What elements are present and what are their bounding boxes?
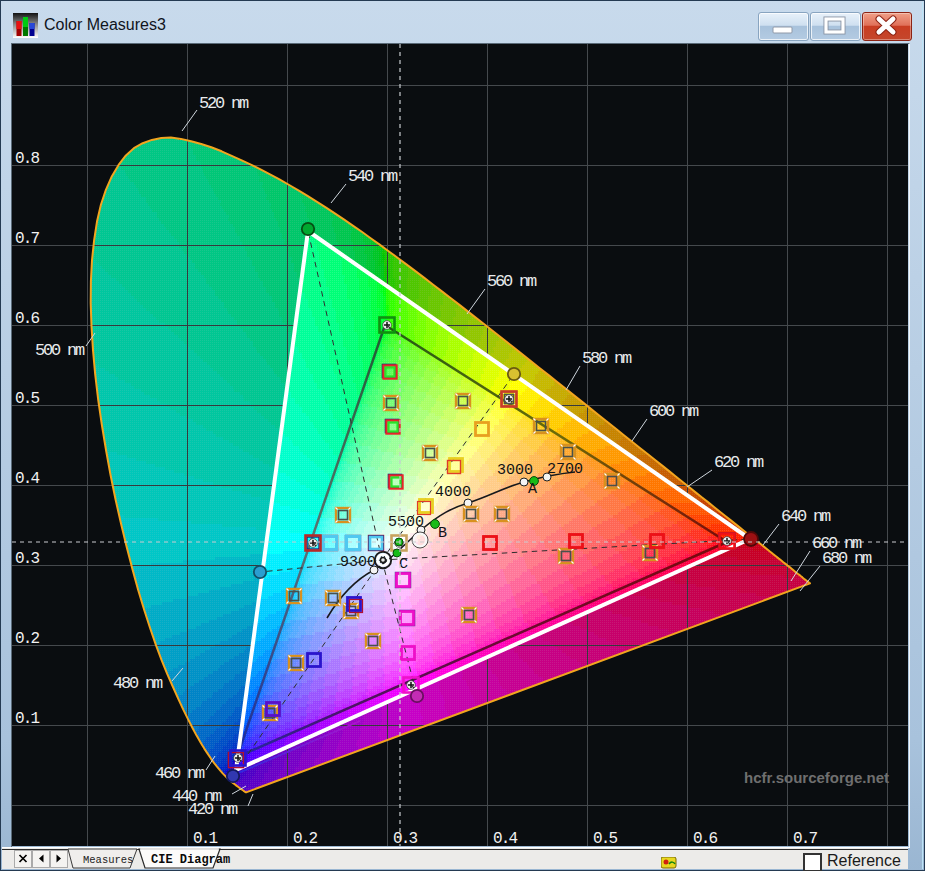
svg-text:0.7: 0.7 [15, 230, 40, 248]
svg-text:A: A [528, 481, 537, 498]
svg-text:0.8: 0.8 [15, 150, 40, 168]
svg-text:540 nm: 540 nm [348, 167, 398, 186]
svg-text:460 nm: 460 nm [155, 764, 205, 783]
svg-text:0.6: 0.6 [693, 830, 718, 846]
svg-text:Measures: Measures [83, 854, 133, 866]
svg-text:0.4: 0.4 [493, 830, 518, 846]
svg-text:2700: 2700 [547, 461, 583, 478]
svg-text:0.6: 0.6 [15, 310, 40, 328]
svg-text:CIE Diagram: CIE Diagram [151, 853, 230, 867]
svg-text:5500: 5500 [388, 514, 424, 531]
svg-text:600 nm: 600 nm [649, 402, 699, 421]
svg-text:0.7: 0.7 [793, 830, 818, 846]
svg-text:4000: 4000 [435, 484, 471, 501]
svg-text:0.2: 0.2 [15, 630, 40, 648]
svg-text:620 nm: 620 nm [714, 453, 764, 472]
svg-text:520 nm: 520 nm [199, 94, 249, 113]
svg-text:0.4: 0.4 [15, 470, 40, 488]
svg-text:420 nm: 420 nm [188, 800, 238, 819]
svg-text:560 nm: 560 nm [487, 272, 537, 291]
svg-text:3000: 3000 [497, 462, 533, 479]
svg-text:0.5: 0.5 [15, 390, 40, 408]
svg-text:0.3: 0.3 [393, 830, 418, 846]
svg-text:B: B [438, 525, 447, 542]
svg-text:0.3: 0.3 [15, 550, 40, 568]
svg-text:0.1: 0.1 [15, 710, 40, 728]
svg-text:0.1: 0.1 [193, 830, 218, 846]
svg-text:680 nm: 680 nm [822, 549, 872, 568]
svg-text:500 nm: 500 nm [35, 341, 85, 360]
svg-text:580 nm: 580 nm [582, 349, 632, 368]
svg-text:0.2: 0.2 [293, 830, 318, 846]
svg-text:0.5: 0.5 [593, 830, 618, 846]
svg-text:480 nm: 480 nm [113, 674, 163, 693]
svg-text:9300: 9300 [340, 554, 376, 571]
svg-text:640 nm: 640 nm [781, 507, 831, 526]
